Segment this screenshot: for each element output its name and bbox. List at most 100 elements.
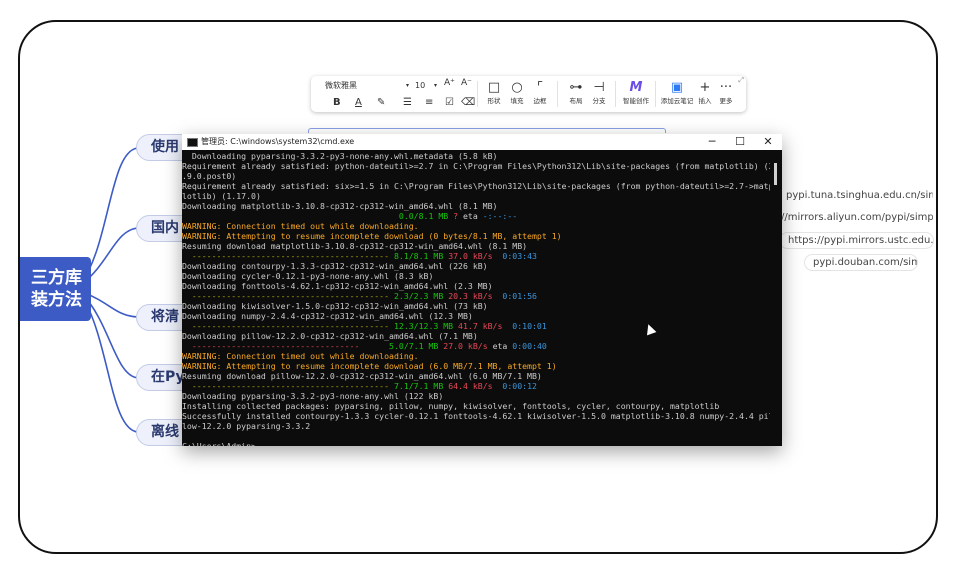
- ai-create-button[interactable]: M 智能创作: [621, 80, 651, 106]
- list-icon[interactable]: ☰: [403, 97, 412, 109]
- console-line: WARNING: Attempting to resume incomplete…: [182, 361, 770, 371]
- console-text: Downloading kiwisolver-1.5.0-cp312-cp312…: [182, 301, 488, 311]
- console-text: ----------------------------------: [182, 341, 360, 351]
- console-text: 12.3/12.3 MB: [389, 321, 454, 331]
- console-text: 5.0/7.1 MB: [359, 341, 439, 351]
- scrollbar-thumb[interactable]: [774, 163, 777, 185]
- console-text: lotlib) (1.17.0): [182, 191, 261, 201]
- console-text: Downloading numpy-2.4.4-cp312-cp312-win_…: [182, 311, 473, 321]
- grow-font-button[interactable]: A⁺: [444, 78, 455, 88]
- chevron-down-icon: ▾: [405, 82, 409, 89]
- console-text: 0:00:12: [492, 381, 537, 391]
- console-text: WARNING: Connection timed out while down…: [182, 351, 419, 361]
- console-line: Resuming download pillow-12.2.0-cp312-cp…: [182, 371, 770, 381]
- console-text: Installing collected packages: pyparsing…: [182, 401, 720, 411]
- console-line: 0.0/8.1 MB ? eta -:--:--: [182, 211, 770, 221]
- minimize-button[interactable]: ─: [698, 134, 726, 150]
- add-cloud-note-button[interactable]: ▣ 添加云笔记: [659, 80, 695, 106]
- insert-button[interactable]: + 插入: [695, 80, 715, 106]
- mirror-link-douban[interactable]: pypi.douban.com/simple: [804, 254, 918, 271]
- mirror-link-tsinghua[interactable]: pypi.tuna.tsinghua.edu.cn/simple: [777, 187, 934, 204]
- console-text: Resuming download pillow-12.2.0-cp312-cp…: [182, 371, 542, 381]
- console-text: ----------------------------------------: [182, 251, 390, 261]
- console-line: Downloading cycler-0.12.1-py3-none-any.w…: [182, 271, 770, 281]
- console-line: Installing collected packages: pyparsing…: [182, 401, 770, 411]
- more-label: 更多: [719, 97, 733, 105]
- console-text: Downloading pyparsing-3.3.2-py3-none-any…: [182, 151, 498, 161]
- console-output[interactable]: Downloading pyparsing-3.3.2-py3-none-any…: [182, 151, 770, 446]
- toolbar-divider: [557, 81, 558, 107]
- root-node-line1: 三方库: [31, 268, 82, 288]
- console-line: Downloading pyparsing-3.3.2-py3-none-any…: [182, 391, 770, 401]
- console-line: WARNING: Connection timed out while down…: [182, 351, 770, 361]
- console-text: 2.3/2.3 MB: [389, 291, 444, 301]
- console-text: Requirement already satisfied: python-da…: [182, 161, 770, 171]
- font-size-select[interactable]: 10 ▾: [415, 80, 437, 92]
- cmd-titlebar[interactable]: 管理员: C:\windows\system32\cmd.exe ─ ☐ ✕: [182, 134, 782, 150]
- font-family-value: 微软雅黑: [325, 81, 357, 90]
- console-text: Downloading pyparsing-3.3.2-py3-none-any…: [182, 391, 444, 401]
- checkbox-icon[interactable]: ☑: [445, 97, 454, 109]
- ai-create-icon: M: [629, 80, 643, 95]
- console-text: 64.4 kB/s: [443, 381, 493, 391]
- console-line: WARNING: Attempting to resume incomplete…: [182, 231, 770, 241]
- maximize-button[interactable]: ☐: [726, 134, 754, 150]
- highlight-icon[interactable]: ✎: [377, 97, 385, 109]
- console-text: Successfully installed contourpy-1.3.3 c…: [182, 411, 770, 421]
- cmd-window[interactable]: 管理员: C:\windows\system32\cmd.exe ─ ☐ ✕ D…: [182, 134, 782, 446]
- console-text: -:--:--: [482, 211, 518, 221]
- console-line: ---------------------------------- 5.0/7…: [182, 341, 770, 351]
- branch-button[interactable]: ⊣ 分支: [586, 80, 612, 106]
- console-line: Downloading numpy-2.4.4-cp312-cp312-win_…: [182, 311, 770, 321]
- root-node[interactable]: 三方库 装方法: [20, 257, 91, 321]
- border-button[interactable]: ⌜ 边框: [527, 80, 553, 106]
- font-size-value: 10: [415, 81, 426, 90]
- console-line: .9.0.post0): [182, 171, 770, 181]
- add-cloud-note-label: 添加云笔记: [660, 97, 694, 105]
- mirror-link-aliyun[interactable]: //mirrors.aliyun.com/pypi/simple/: [772, 209, 934, 226]
- console-line: Requirement already satisfied: python-da…: [182, 161, 770, 171]
- clear-format-icon[interactable]: ⌫: [461, 97, 475, 109]
- console-line: ----------------------------------------…: [182, 381, 770, 391]
- shrink-font-button[interactable]: A⁻: [461, 78, 472, 88]
- cloud-note-icon: ▣: [670, 80, 684, 95]
- console-text: 0:03:43: [492, 251, 537, 261]
- mirror-link-ustc[interactable]: https://pypi.mirrors.ustc.edu.cn/sim: [779, 232, 934, 249]
- console-line: Downloading pillow-12.2.0-cp312-cp312-wi…: [182, 331, 770, 341]
- chevron-down-icon: ▾: [433, 82, 437, 89]
- border-label: 边框: [533, 97, 547, 105]
- more-button[interactable]: ··· 更多: [715, 80, 737, 106]
- console-text: WARNING: Attempting to resume incomplete…: [182, 231, 562, 241]
- font-color-button[interactable]: A: [355, 97, 362, 109]
- bold-button[interactable]: B: [333, 97, 341, 109]
- mindmap-canvas: 三方库 装方法 使用 国内 将清 在Py 离线 pypi.tuna.tsingh…: [18, 20, 938, 554]
- console-text: 20.3 kB/s: [443, 291, 493, 301]
- cmd-app-icon: [187, 138, 198, 147]
- console-text: eta: [487, 341, 513, 351]
- console-line: ----------------------------------------…: [182, 321, 770, 331]
- console-text: ----------------------------------------: [182, 321, 390, 331]
- cmd-window-title: 管理员: C:\windows\system32\cmd.exe: [201, 137, 355, 146]
- console-text: 7.1/7.1 MB: [389, 381, 444, 391]
- console-text: ----------------------------------------: [182, 381, 390, 391]
- console-line: C:\Users\Admin>: [182, 441, 770, 446]
- console-text: 0:00:40: [512, 341, 547, 351]
- toolbar-divider: [615, 81, 616, 107]
- console-text: Downloading contourpy-1.3.3-cp312-cp312-…: [182, 261, 488, 271]
- font-family-select[interactable]: 微软雅黑 ▾: [325, 80, 409, 92]
- console-line: Requirement already satisfied: six>=1.5 …: [182, 181, 770, 191]
- console-text: WARNING: Connection timed out while down…: [182, 221, 419, 231]
- console-line: Downloading fonttools-4.62.1-cp312-cp312…: [182, 281, 770, 291]
- console-line: Successfully installed contourpy-1.3.3 c…: [182, 411, 770, 421]
- console-text: 0:01:56: [492, 291, 537, 301]
- console-text: 8.1/8.1 MB: [389, 251, 444, 261]
- align-icon[interactable]: ≡: [425, 97, 433, 109]
- console-text: .9.0.post0): [182, 171, 237, 181]
- console-text: C:\Users\Admin>: [182, 441, 256, 446]
- close-button[interactable]: ✕: [754, 134, 782, 150]
- collapse-toolbar-icon[interactable]: ⤢: [738, 76, 744, 85]
- console-line: Downloading pyparsing-3.3.2-py3-none-any…: [182, 151, 770, 161]
- console-scrollbar[interactable]: [770, 151, 782, 446]
- console-text: 0:10:01: [502, 321, 547, 331]
